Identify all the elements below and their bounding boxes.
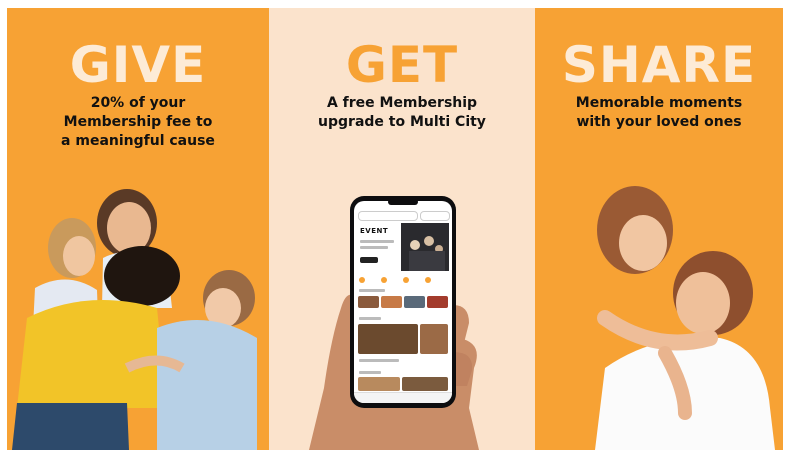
get-subtitle: A free Membership upgrade to Multi City — [269, 94, 535, 132]
phone-mockup: EVENT — [350, 196, 456, 408]
get-line-1: A free Membership — [326, 95, 478, 111]
give-line-2: Membership fee to — [63, 114, 213, 130]
concert-image — [409, 236, 445, 271]
phone-notch — [388, 199, 418, 205]
app-location-button — [420, 211, 450, 221]
phone-screen: EVENT — [354, 201, 452, 403]
app-bottom-nav — [354, 392, 452, 403]
share-line-2: with your loved ones — [576, 114, 742, 130]
get-title: GET — [345, 36, 459, 94]
give-panel: GIVE 20% of your Membership fee to a mea… — [7, 8, 269, 450]
app-brand-logo: EVENT — [360, 227, 389, 235]
app-hero-banner: EVENT — [357, 223, 449, 271]
share-title: SHARE — [561, 36, 757, 94]
share-line-1: Memorable moments — [575, 95, 743, 111]
share-subtitle: Memorable moments with your loved ones — [535, 94, 783, 132]
share-panel: SHARE Memorable moments with your loved … — [535, 8, 783, 450]
app-category-row — [357, 277, 449, 283]
give-line-1: 20% of your — [90, 95, 186, 111]
get-panel: GET A free Membership upgrade to Multi C… — [269, 8, 535, 450]
promo-banner: GIVE 20% of your Membership fee to a mea… — [0, 0, 789, 457]
give-subtitle: 20% of your Membership fee to a meaningf… — [7, 94, 269, 151]
app-search-bar — [358, 211, 418, 221]
give-line-3: a meaningful cause — [61, 133, 215, 149]
give-title: GIVE — [69, 36, 207, 94]
get-line-2: upgrade to Multi City — [318, 114, 486, 130]
